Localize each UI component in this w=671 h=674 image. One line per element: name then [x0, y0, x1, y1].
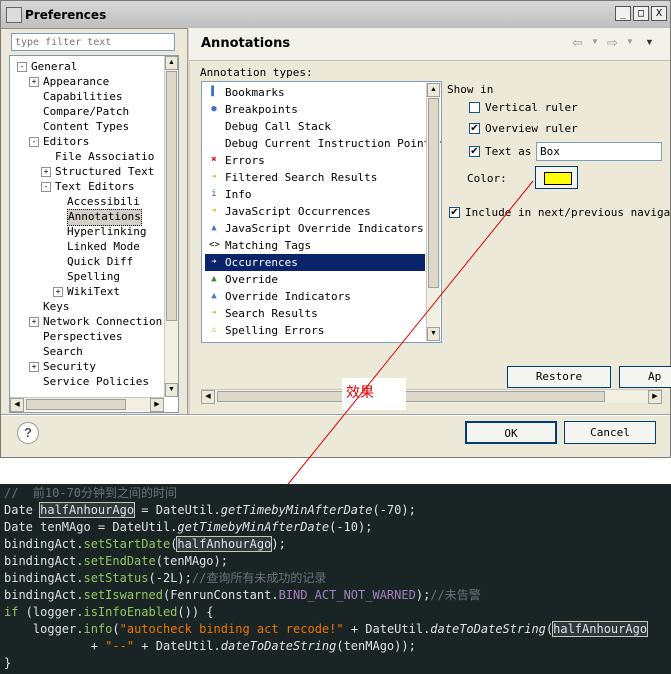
code-line[interactable]: Date tenMAgo = DateUtil.getTimebyMinAfte… — [4, 519, 372, 536]
occurrence-highlight: halfAnhourAgo — [552, 621, 649, 637]
code-line[interactable]: Date halfAnhourAgo = DateUtil.getTimebyM… — [4, 502, 416, 519]
code-token: bindingAct. — [4, 571, 84, 585]
code-token: setStatus — [83, 571, 149, 585]
code-token: (logger. — [18, 605, 84, 619]
code-token: = DateUtil. — [134, 503, 221, 517]
code-token: logger. — [4, 622, 84, 636]
code-line[interactable]: // 前10-70分钟到之间的时间 — [4, 485, 177, 502]
code-token: getTimebyMinAfterDate — [220, 503, 373, 517]
code-token: Date tenMAgo = DateUtil. — [4, 520, 178, 534]
code-token: isInfoEnabled — [83, 605, 178, 619]
code-token: Date — [4, 503, 41, 517]
code-token: (tenMAgo)); — [336, 639, 416, 653]
code-token: (-70); — [372, 503, 416, 517]
code-token: (-2L); — [148, 571, 192, 585]
code-token: + DateUtil. — [343, 622, 431, 636]
code-token: setIswarned — [83, 588, 163, 602]
code-token: + DateUtil. — [134, 639, 221, 653]
code-token: bindingAct. — [4, 588, 84, 602]
code-token: BIND_ACT_NOT_WARNED — [278, 588, 416, 602]
code-token: //查询所有未成功的记录 — [191, 571, 327, 585]
occurrence-highlight: halfAnhourAgo — [39, 502, 136, 518]
code-token: bindingAct. — [4, 537, 84, 551]
code-token: ); — [415, 588, 431, 602]
code-line[interactable]: bindingAct.setIswarned(FenrunConstant.BI… — [4, 587, 481, 604]
code-token: setStartDate — [83, 537, 171, 551]
code-token: (tenMAgo); — [155, 554, 228, 568]
code-token: + — [4, 639, 106, 653]
code-token: "--" — [105, 639, 135, 653]
code-line[interactable]: bindingAct.setEndDate(tenMAgo); — [4, 553, 228, 570]
code-line[interactable]: logger.info("autocheck binding act recod… — [4, 621, 649, 638]
code-token: ()) { — [177, 605, 214, 619]
code-token: dateToDateString — [220, 639, 337, 653]
code-token: setEndDate — [83, 554, 156, 568]
code-line[interactable]: bindingAct.setStatus(-2L);//查询所有未成功的记录 — [4, 570, 326, 587]
code-token: (-10); — [329, 520, 373, 534]
code-token: ); — [271, 537, 286, 551]
code-token: (FenrunConstant. — [162, 588, 279, 602]
annotation-arrow-line — [267, 180, 534, 510]
code-token: // 前10-70分钟到之间的时间 — [4, 486, 178, 500]
code-line[interactable]: if (logger.isInfoEnabled()) { — [4, 604, 214, 621]
code-token: //未告警 — [430, 588, 481, 602]
code-token: if — [4, 605, 19, 619]
code-token: bindingAct. — [4, 554, 84, 568]
code-line[interactable]: + "--" + DateUtil.dateToDateString(tenMA… — [4, 638, 416, 655]
code-line[interactable]: bindingAct.setStartDate(halfAnhourAgo); — [4, 536, 286, 553]
code-token: } — [4, 656, 12, 670]
code-editor[interactable]: // 前10-70分钟到之间的时间 Date halfAnhourAgo = Da… — [0, 484, 671, 674]
code-token: info — [83, 622, 113, 636]
code-line[interactable]: } — [4, 655, 11, 672]
code-token: dateToDateString — [430, 622, 546, 636]
code-token: "autocheck binding act recode!" — [119, 622, 344, 636]
occurrence-highlight: halfAnhourAgo — [176, 536, 273, 552]
code-token: ( — [112, 622, 120, 636]
code-token: getTimebyMinAfterDate — [177, 520, 330, 534]
